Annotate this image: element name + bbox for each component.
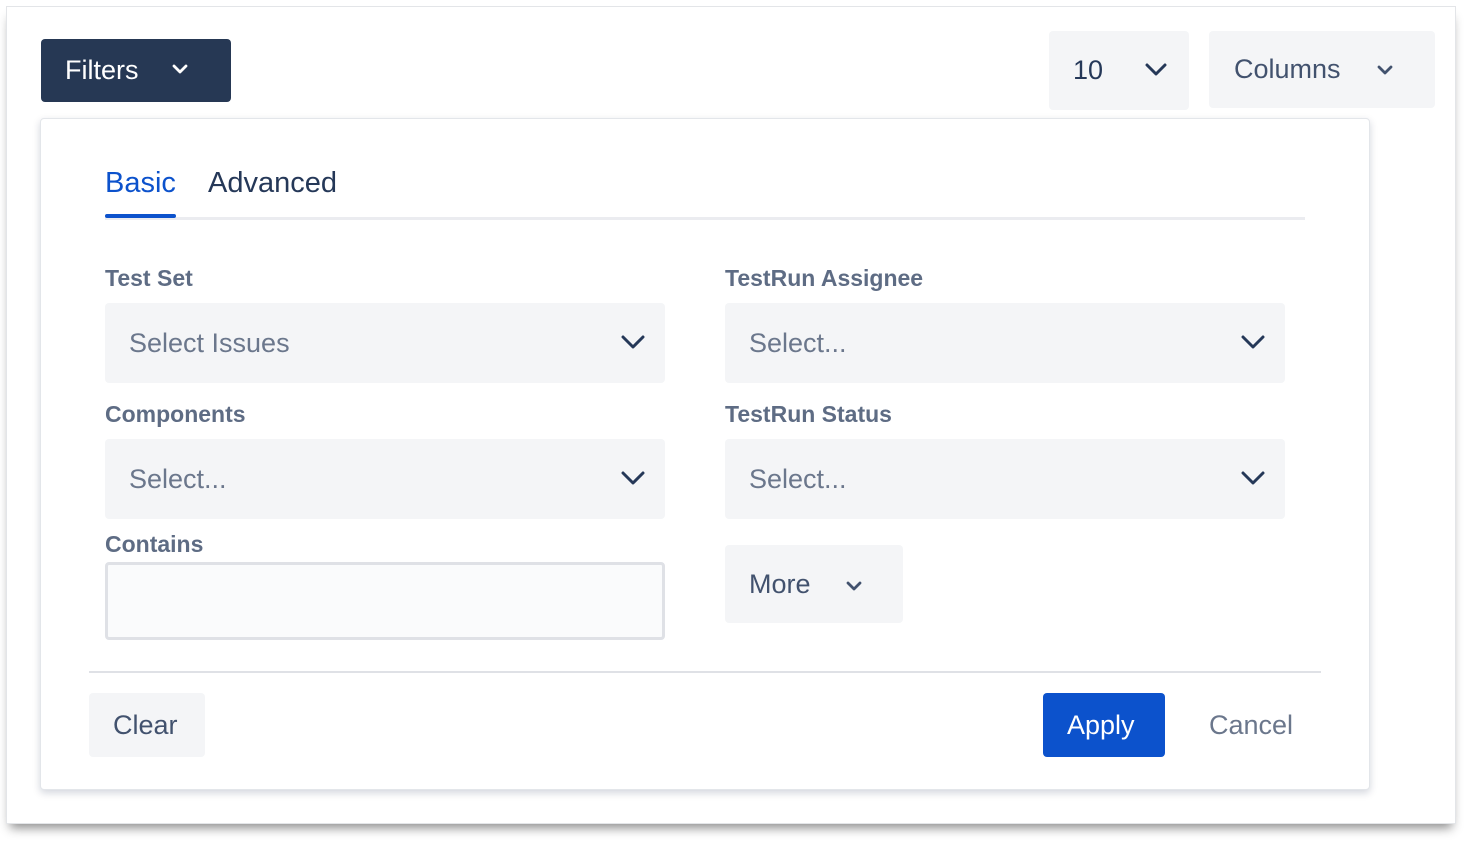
more-button[interactable]: More xyxy=(725,545,903,623)
page-size-select[interactable]: 10 xyxy=(1049,31,1189,110)
footer-divider xyxy=(89,671,1321,673)
chevron-down-icon xyxy=(1241,335,1265,349)
cancel-button[interactable]: Cancel xyxy=(1185,693,1305,757)
page-size-value: 10 xyxy=(1073,55,1104,85)
apply-button[interactable]: Apply xyxy=(1043,693,1165,757)
tab-basic[interactable]: Basic xyxy=(105,167,176,218)
test-set-label: Test Set xyxy=(105,265,193,291)
testrun-assignee-select[interactable]: Select... xyxy=(725,303,1285,383)
columns-button-label: Columns xyxy=(1234,54,1341,84)
contains-input[interactable] xyxy=(105,562,665,640)
chevron-down-icon xyxy=(1241,471,1265,485)
filters-button[interactable]: Filters xyxy=(41,39,231,102)
chevron-down-icon xyxy=(172,64,188,74)
testrun-status-select[interactable]: Select... xyxy=(725,439,1285,519)
testrun-status-placeholder: Select... xyxy=(749,463,847,494)
test-set-select[interactable]: Select Issues xyxy=(105,303,665,383)
chevron-down-icon xyxy=(1377,65,1393,75)
chevron-down-icon xyxy=(846,581,862,591)
contains-label: Contains xyxy=(105,531,204,557)
components-select[interactable]: Select... xyxy=(105,439,665,519)
filters-button-label: Filters xyxy=(65,55,139,85)
chevron-down-icon xyxy=(1145,63,1167,76)
chevron-down-icon xyxy=(621,471,645,485)
more-button-label: More xyxy=(749,568,811,599)
tab-advanced[interactable]: Advanced xyxy=(208,167,337,214)
components-placeholder: Select... xyxy=(129,463,227,494)
clear-button[interactable]: Clear xyxy=(89,693,205,757)
testrun-status-label: TestRun Status xyxy=(725,401,892,427)
filter-tabs: Basic Advanced xyxy=(105,167,1305,220)
test-set-placeholder: Select Issues xyxy=(129,327,290,358)
filter-panel: Basic Advanced Test Set Select Issues Te… xyxy=(40,118,1370,790)
testrun-assignee-label: TestRun Assignee xyxy=(725,265,924,291)
components-label: Components xyxy=(105,401,246,427)
app-frame: Filters 10 Columns Basic Advanced Test S… xyxy=(6,6,1456,824)
columns-button[interactable]: Columns xyxy=(1209,31,1435,108)
chevron-down-icon xyxy=(621,335,645,349)
testrun-assignee-placeholder: Select... xyxy=(749,327,847,358)
